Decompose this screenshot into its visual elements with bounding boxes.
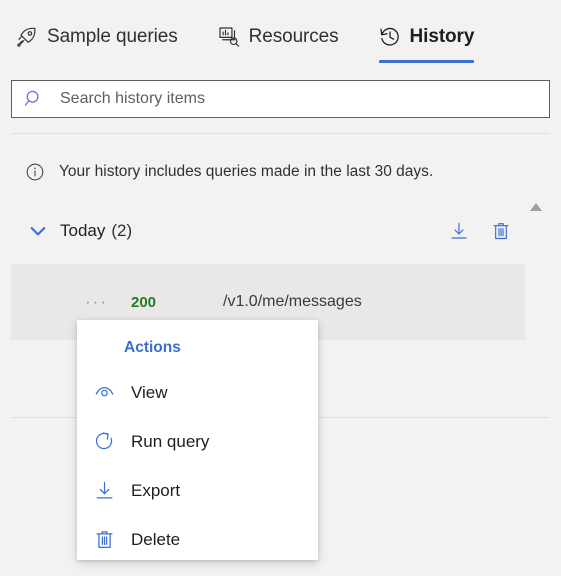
trash-icon <box>94 529 115 550</box>
history-panel: Sample queries Resources History Search … <box>0 0 561 576</box>
tab-strip: Sample queries Resources History <box>0 0 561 64</box>
menu-item-run-query[interactable]: Run query <box>77 417 318 466</box>
download-icon <box>94 480 115 501</box>
tab-label-sample-queries: Sample queries <box>47 26 178 47</box>
menu-item-label-export: Export <box>131 480 181 500</box>
tab-history[interactable]: History <box>377 14 489 63</box>
refresh-icon <box>94 431 115 452</box>
chevron-down-icon[interactable] <box>28 221 48 241</box>
group-count: (2) <box>111 221 133 240</box>
menu-item-view[interactable]: View <box>77 368 318 417</box>
divider-under-search <box>11 133 550 134</box>
group-title: Today <box>60 221 106 240</box>
info-message: Your history includes queries made in th… <box>11 152 550 192</box>
menu-item-delete[interactable]: Delete <box>77 515 318 564</box>
tab-label-resources: Resources <box>248 26 339 47</box>
menu-item-label-delete: Delete <box>131 529 181 549</box>
group-actions <box>449 221 525 241</box>
menu-item-label-run-query: Run query <box>131 431 210 451</box>
download-icon[interactable] <box>449 221 469 241</box>
search-icon <box>24 89 44 109</box>
info-circle-icon <box>25 162 45 182</box>
row-more-actions-button[interactable]: ··· <box>85 293 123 310</box>
search-box[interactable] <box>11 80 550 118</box>
trash-icon[interactable] <box>491 221 511 241</box>
tab-underline-history <box>378 60 475 63</box>
rocket-icon <box>16 26 38 48</box>
tab-label-history: History <box>409 26 475 47</box>
status-badge: 200 <box>131 293 157 311</box>
menu-item-label-view: View <box>131 382 168 402</box>
info-message-text: Your history includes queries made in th… <box>59 163 434 180</box>
search-input[interactable] <box>60 86 500 112</box>
menu-item-export[interactable]: Export <box>77 466 318 515</box>
tab-sample-queries[interactable]: Sample queries <box>14 14 192 60</box>
eye-icon <box>94 382 115 403</box>
group-header-today[interactable]: Today (2) <box>11 212 525 250</box>
context-menu: Actions View Run query Export Delete <box>77 320 318 560</box>
context-menu-heading: Actions <box>124 339 181 356</box>
resources-icon <box>218 26 240 48</box>
query-path: /v1.0/me/messages <box>223 293 362 310</box>
tab-resources[interactable]: Resources <box>216 14 353 60</box>
scroll-up-arrow-icon[interactable] <box>526 199 546 215</box>
history-clock-icon <box>379 26 401 48</box>
